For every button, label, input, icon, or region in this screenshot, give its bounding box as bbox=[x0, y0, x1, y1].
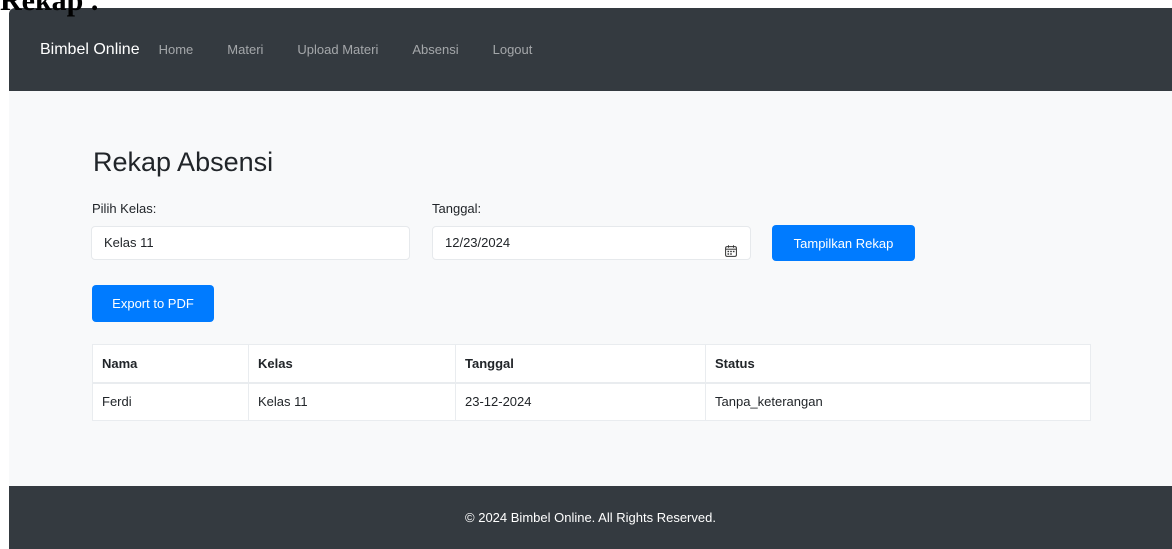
tanggal-date-input[interactable]: 12/23/2024 bbox=[432, 226, 751, 260]
nav-link-absensi[interactable]: Absensi bbox=[412, 41, 458, 59]
tanggal-label: Tanggal: bbox=[432, 201, 482, 216]
footer-copyright: © 2024 Bimbel Online. All Rights Reserve… bbox=[465, 510, 716, 525]
app-window: Bimbel Online Home Materi Upload Materi … bbox=[9, 8, 1172, 549]
tanggal-date-value: 12/23/2024 bbox=[445, 235, 511, 250]
column-header-tanggal: Tanggal bbox=[455, 344, 706, 384]
table-row: Ferdi Kelas 11 23-12-2024 Tanpa_keterang… bbox=[92, 382, 1091, 421]
cell-status: Tanpa_keterangan bbox=[705, 382, 1091, 421]
kelas-select-value: Kelas 11 bbox=[104, 235, 154, 250]
main-content: Rekap Absensi Pilih Kelas: Kelas 11 Tang… bbox=[9, 91, 1172, 486]
export-pdf-button[interactable]: Export to PDF bbox=[92, 285, 214, 322]
kelas-select[interactable]: Kelas 11 bbox=[91, 226, 410, 260]
page-title: Rekap Absensi bbox=[93, 147, 274, 177]
column-header-nama: Nama bbox=[92, 344, 249, 384]
table-header-row: Nama Kelas Tanggal Status bbox=[92, 344, 1091, 384]
rekap-table: Nama Kelas Tanggal Status Ferdi Kelas 11… bbox=[92, 344, 1091, 421]
top-navbar: Bimbel Online Home Materi Upload Materi … bbox=[9, 8, 1172, 91]
tampilkan-rekap-button[interactable]: Tampilkan Rekap bbox=[772, 225, 915, 261]
nav-link-home[interactable]: Home bbox=[159, 41, 194, 59]
overlay-caption: Rekap . bbox=[0, 0, 99, 17]
page-footer: © 2024 Bimbel Online. All Rights Reserve… bbox=[9, 486, 1172, 549]
cell-tanggal: 23-12-2024 bbox=[455, 382, 706, 421]
nav-link-logout[interactable]: Logout bbox=[493, 41, 533, 59]
nav-link-upload-materi[interactable]: Upload Materi bbox=[297, 41, 378, 59]
cell-kelas: Kelas 11 bbox=[248, 382, 456, 421]
calendar-icon[interactable] bbox=[725, 237, 737, 257]
column-header-kelas: Kelas bbox=[248, 344, 456, 384]
nav-link-materi[interactable]: Materi bbox=[227, 41, 263, 59]
kelas-label: Pilih Kelas: bbox=[92, 201, 157, 216]
column-header-status: Status bbox=[705, 344, 1091, 384]
cell-nama: Ferdi bbox=[92, 382, 249, 421]
navbar-brand[interactable]: Bimbel Online bbox=[40, 41, 140, 59]
